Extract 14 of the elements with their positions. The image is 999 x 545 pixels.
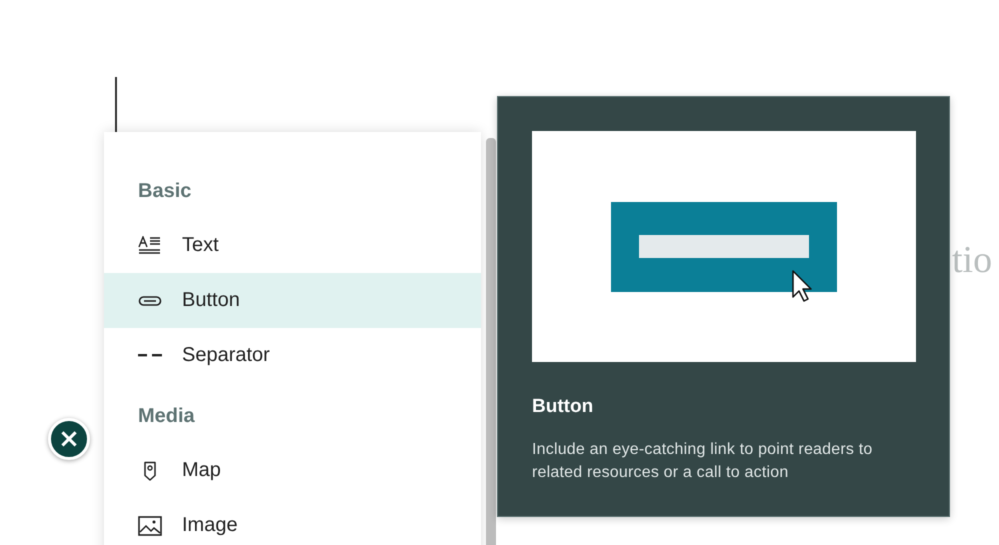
menu-item[interactable]: Image xyxy=(104,498,481,545)
dashes-icon xyxy=(138,354,162,357)
menu-item[interactable]: Button xyxy=(104,273,481,328)
section-heading: Basic xyxy=(137,179,192,204)
preview-description: Include an eye-catching link to point readers to related resources or a call to action xyxy=(532,440,874,483)
preview-title: Button xyxy=(532,396,594,418)
menu-item[interactable]: Text xyxy=(104,218,481,273)
text-icon xyxy=(138,236,162,256)
menu-item[interactable]: Separator xyxy=(104,328,481,383)
section-heading: Media xyxy=(137,404,196,429)
scrollbar[interactable] xyxy=(486,138,496,545)
image-icon xyxy=(138,516,162,536)
menu-item[interactable]: Map xyxy=(104,443,481,498)
close-button[interactable]: × xyxy=(48,418,90,460)
